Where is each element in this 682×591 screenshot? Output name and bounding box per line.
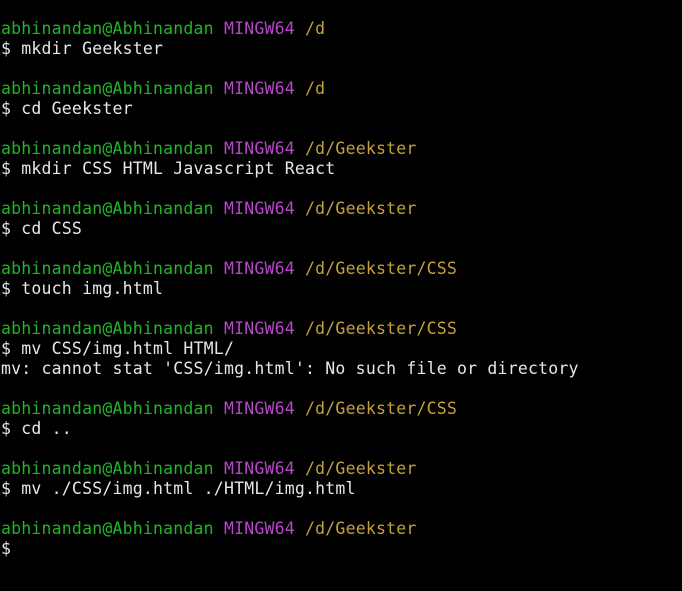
command-line: $ cd Geekster xyxy=(1,99,133,118)
prompt-line: abhinandan@Abhinandan MINGW64 /d/Geekste… xyxy=(1,259,682,279)
prompt-path: /d/Geekster xyxy=(305,519,417,538)
prompt-line: abhinandan@Abhinandan MINGW64 /d/Geekste… xyxy=(1,139,682,159)
prompt-shell: MINGW64 xyxy=(223,319,295,338)
command-line: $ mv CSS/img.html HTML/ xyxy=(1,339,235,358)
prompt-line: abhinandan@Abhinandan MINGW64 /d/Geekste… xyxy=(1,319,682,339)
prompt-path: /d/Geekster xyxy=(305,199,417,218)
prompt-user: abhinandan@Abhinandan xyxy=(1,459,214,478)
prompt-path: /d xyxy=(305,19,326,38)
prompt-line: abhinandan@Abhinandan MINGW64 /d/Geekste… xyxy=(1,399,682,419)
prompt-user: abhinandan@Abhinandan xyxy=(1,319,214,338)
prompt-line: abhinandan@Abhinandan MINGW64 /d xyxy=(1,19,682,39)
prompt-shell: MINGW64 xyxy=(223,19,295,38)
prompt-line: abhinandan@Abhinandan MINGW64 /d/Geekste… xyxy=(1,199,682,219)
command-line: $ cd .. xyxy=(1,419,72,438)
prompt-shell: MINGW64 xyxy=(223,399,295,418)
prompt-shell: MINGW64 xyxy=(223,259,295,278)
command-line: $ mkdir CSS HTML Javascript React xyxy=(1,159,336,178)
prompt-path: /d/Geekster/CSS xyxy=(305,259,458,278)
prompt-path: /d/Geekster/CSS xyxy=(305,319,458,338)
prompt-line: abhinandan@Abhinandan MINGW64 /d xyxy=(1,79,682,99)
prompt-path: /d xyxy=(305,79,326,98)
prompt-user: abhinandan@Abhinandan xyxy=(1,19,214,38)
prompt-path: /d/Geekster xyxy=(305,139,417,158)
prompt-user: abhinandan@Abhinandan xyxy=(1,519,214,538)
prompt-line: abhinandan@Abhinandan MINGW64 /d/Geekste… xyxy=(1,519,682,539)
prompt-shell: MINGW64 xyxy=(223,459,295,478)
prompt-user: abhinandan@Abhinandan xyxy=(1,199,214,218)
command-line: $ mv ./CSS/img.html ./HTML/img.html xyxy=(1,479,356,498)
prompt-shell: MINGW64 xyxy=(223,519,295,538)
command-line: $ cd CSS xyxy=(1,219,83,238)
prompt-path: /d/Geekster xyxy=(305,459,417,478)
prompt-user: abhinandan@Abhinandan xyxy=(1,399,214,418)
prompt-path: /d/Geekster/CSS xyxy=(305,399,458,418)
terminal-window[interactable]: abhinandan@Abhinandan MINGW64 /d $ mkdir… xyxy=(0,0,682,591)
prompt-shell: MINGW64 xyxy=(223,199,295,218)
prompt-shell: MINGW64 xyxy=(223,79,295,98)
command-line: $ mkdir Geekster xyxy=(1,39,164,58)
active-command-input[interactable]: $ xyxy=(1,539,682,559)
command-line: $ touch img.html xyxy=(1,279,164,298)
prompt-shell: MINGW64 xyxy=(223,139,295,158)
prompt-user: abhinandan@Abhinandan xyxy=(1,79,214,98)
error-output-line: mv: cannot stat 'CSS/img.html': No such … xyxy=(1,359,579,378)
prompt-user: abhinandan@Abhinandan xyxy=(1,139,214,158)
prompt-user: abhinandan@Abhinandan xyxy=(1,259,214,278)
prompt-line: abhinandan@Abhinandan MINGW64 /d/Geekste… xyxy=(1,459,682,479)
